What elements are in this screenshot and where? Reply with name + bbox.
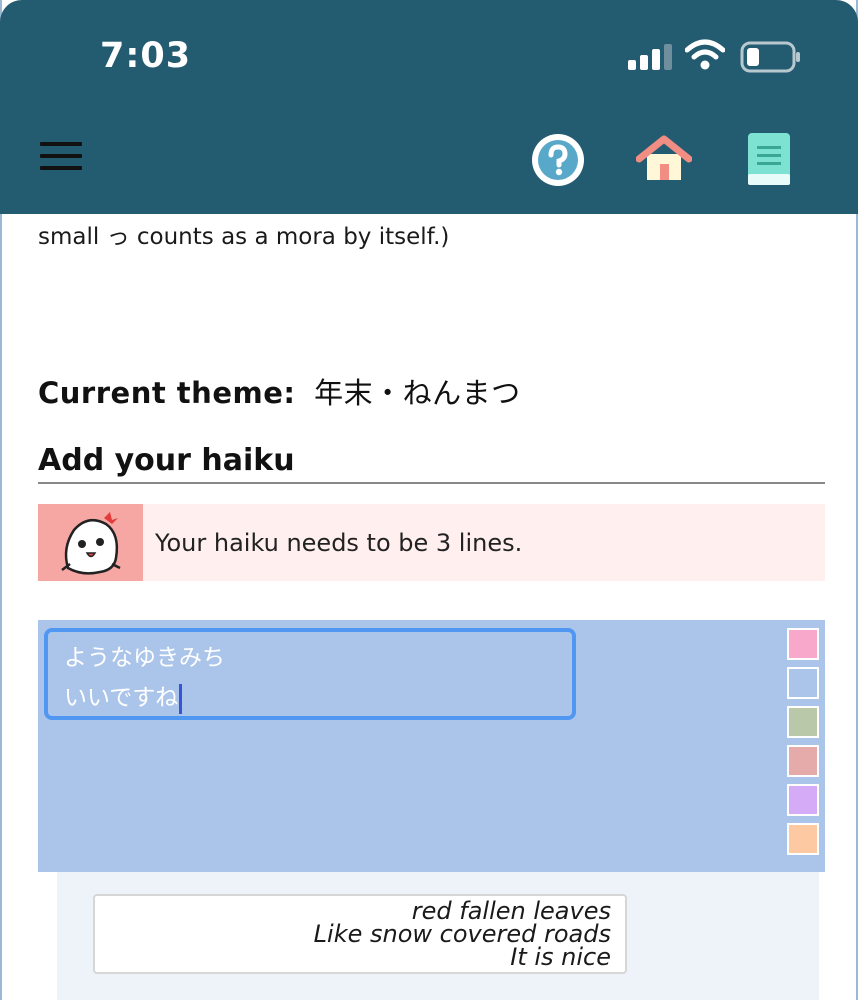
menu-icon-bar [40, 142, 82, 146]
haiku-line-2-wrap: いいですね [64, 678, 556, 718]
current-theme: Current theme: 年末・ねんまつ [38, 370, 521, 412]
haiku-editor-panel: ようなゆきみち いいですね [38, 620, 825, 872]
swatch-green[interactable] [787, 706, 819, 738]
theme-label: Current theme: [38, 376, 296, 410]
color-swatches [787, 628, 819, 862]
haiku-line-2: いいですね [64, 685, 179, 711]
status-time: 7:03 [100, 36, 192, 76]
mascot-icon [38, 504, 143, 581]
haiku-line-1: ようなゆきみち [64, 645, 225, 671]
preview-line-3: It is nice [510, 943, 611, 971]
swatch-lavender[interactable] [787, 784, 819, 816]
swatch-rose[interactable] [787, 745, 819, 777]
intro-text: small っ counts as a mora by itself.) [38, 224, 450, 250]
app-header: 7:03 [0, 0, 858, 214]
theme-value: 年末・ねんまつ [314, 376, 521, 410]
menu-icon-bar [40, 166, 82, 170]
battery-icon [740, 41, 800, 73]
menu-icon-bar [40, 154, 82, 158]
haiku-preview-panel: red fallen leaves Like snow covered road… [57, 872, 819, 1000]
wifi-icon [685, 39, 725, 70]
swatch-blue[interactable] [787, 667, 819, 699]
home-icon[interactable] [636, 134, 692, 184]
cellular-signal-icon [628, 44, 672, 70]
haiku-preview-card: red fallen leaves Like snow covered road… [93, 894, 627, 974]
validation-alert: Your haiku needs to be 3 lines. [38, 504, 825, 581]
book-icon[interactable] [747, 132, 791, 186]
menu-button[interactable] [40, 142, 82, 174]
add-haiku-heading: Add your haiku [38, 443, 825, 484]
swatch-pink[interactable] [787, 628, 819, 660]
swatch-peach[interactable] [787, 823, 819, 855]
text-caret [179, 683, 183, 714]
haiku-textarea[interactable]: ようなゆきみち いいですね [44, 628, 576, 720]
help-icon[interactable] [530, 132, 586, 188]
alert-message: Your haiku needs to be 3 lines. [155, 528, 523, 557]
